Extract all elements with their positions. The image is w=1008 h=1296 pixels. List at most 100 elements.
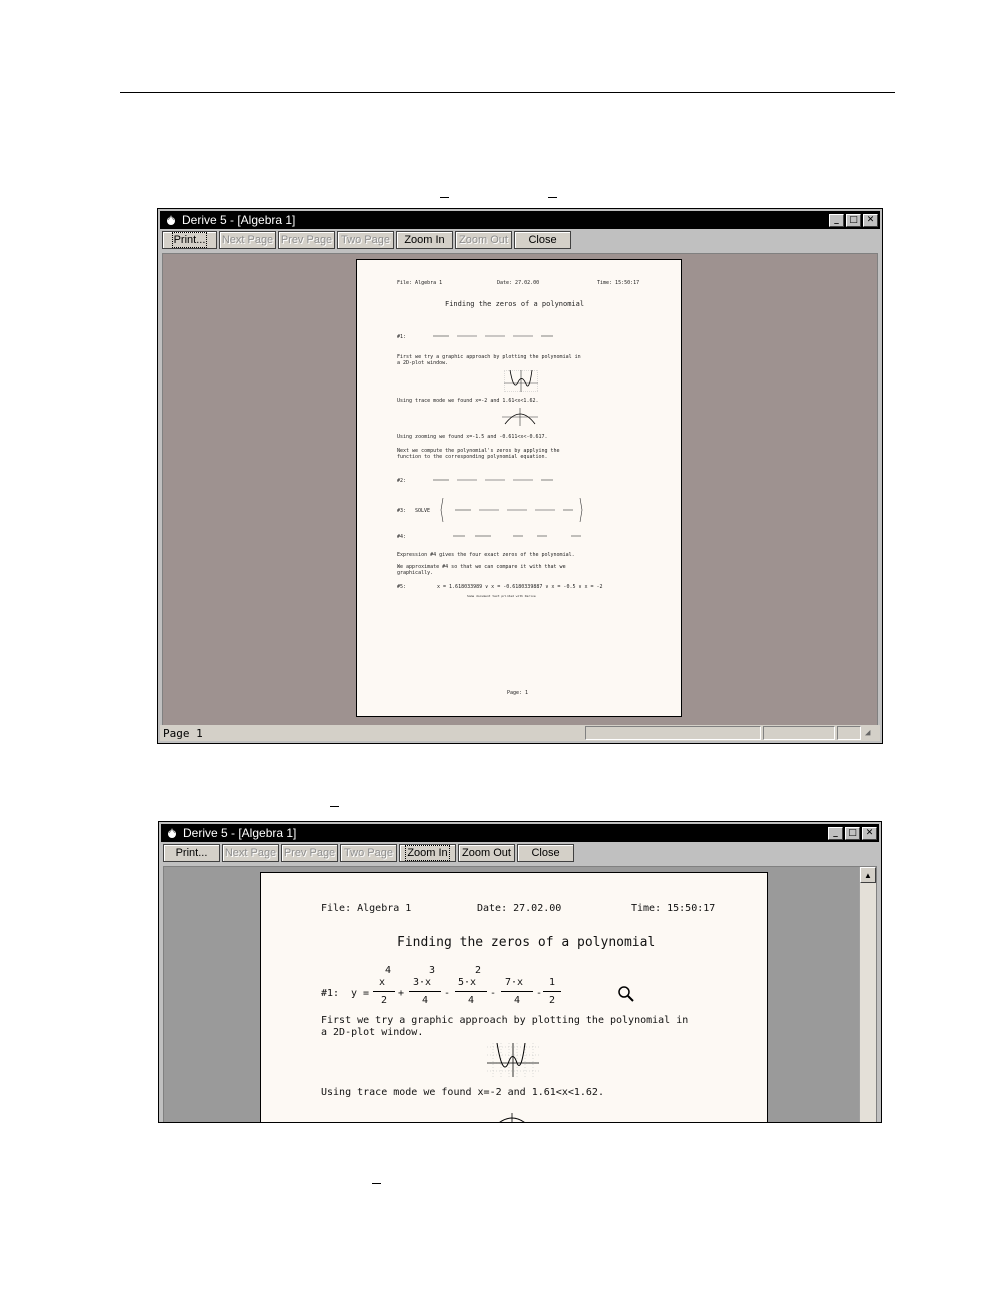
next-page-button[interactable]: Next Page [219, 231, 276, 249]
page-footer: Page: 1 [507, 690, 529, 696]
eq1-denominator: 2 [381, 995, 388, 1006]
maximize-button[interactable]: □ [845, 826, 860, 840]
prev-page-button[interactable]: Prev Page [281, 844, 338, 862]
eq5-text: x = 1.618033989 ∨ x = -0.6180339887 ∨ x … [437, 584, 603, 590]
close-window-button[interactable]: ✕ [862, 826, 877, 840]
eq1-operator: - [490, 988, 497, 999]
expr4-text: Expression #4 gives the four exact zeros… [397, 552, 575, 558]
status-cell [763, 726, 835, 740]
zoom-out-label: Zoom Out [462, 847, 511, 859]
eq3-fractions [440, 497, 583, 523]
page-preview[interactable]: File: Algebra 1 Date: 27.02.00 Time: 15:… [260, 872, 768, 1122]
print-button[interactable]: Print... [162, 231, 217, 249]
eq1-numerator: 5·x [458, 977, 477, 988]
footnote: Some document text printed with Derive [467, 594, 536, 598]
eq1-power: 3 [429, 965, 436, 976]
two-page-label: Two Page [341, 234, 390, 246]
print-button-label: Print... [171, 232, 208, 248]
eq1-numerator: 1 [549, 977, 556, 988]
doc-file: File: Algebra 1 [397, 280, 443, 286]
print-button[interactable]: Print... [163, 844, 220, 862]
doc-date: Date: 27.02.00 [477, 903, 562, 914]
title-bar[interactable]: Derive 5 - [Algebra 1] _ □ ✕ [161, 824, 879, 842]
eq3-solve: SOLVE [415, 508, 431, 514]
zoom-text: Using zooming we found x=-1.5 and -0.611… [397, 434, 548, 440]
doc-file: File: Algebra 1 [321, 903, 412, 914]
eq1-label: #1: [397, 334, 407, 340]
resize-grip-icon[interactable]: ◢ [865, 728, 870, 738]
two-page-button[interactable]: Two Page [337, 231, 394, 249]
close-label: Close [531, 847, 560, 859]
para1-line2: a 2D-plot window. [397, 360, 449, 366]
status-cell [585, 726, 761, 740]
minimize-button[interactable]: _ [828, 826, 843, 840]
text-mark [440, 197, 449, 198]
doc-time: Time: 15:50:17 [597, 280, 640, 286]
eq1-denominator: 4 [514, 995, 521, 1006]
text-mark [548, 197, 557, 198]
prev-page-label: Prev Page [283, 847, 336, 859]
preview-area[interactable]: File: Algebra 1 Date: 27.02.00 Time: 15:… [162, 253, 878, 727]
fraction-bar [501, 991, 533, 992]
zoom-in-button[interactable]: Zoom In [396, 231, 453, 249]
eq3-label: #3: [397, 508, 407, 514]
eq1-numerator: 3·x [413, 977, 432, 988]
trace-text: Using trace mode we found x=-2 and 1.61<… [321, 1087, 604, 1098]
preview-toolbar: Print... Next Page Prev Page Two Page Zo… [163, 844, 574, 866]
zoom-in-label: Zoom In [404, 234, 445, 246]
close-label: Close [528, 234, 557, 246]
derive-app-icon[interactable] [164, 213, 178, 227]
eq1-operator: - [444, 988, 451, 999]
plot-thumbnail-2 [502, 408, 538, 426]
trace-text: Using trace mode we found x=-2 and 1.61<… [397, 398, 539, 404]
next-page-label: Next Page [224, 847, 277, 859]
approx-text-2: graphically. [397, 570, 434, 576]
status-cell [837, 726, 861, 740]
zoom-out-button[interactable]: Zoom Out [458, 844, 515, 862]
page-preview[interactable]: File: Algebra 1 Date: 27.02.00 Time: 15:… [356, 259, 682, 717]
zoom-in-button[interactable]: Zoom In [399, 844, 456, 862]
eq1-denominator: 2 [549, 995, 556, 1006]
eq1-fractions [433, 335, 553, 337]
close-button[interactable]: Close [517, 844, 574, 862]
close-button[interactable]: Close [514, 231, 571, 249]
eq1-denominator: 4 [468, 995, 475, 1006]
preview-toolbar: Print... Next Page Prev Page Two Page Zo… [162, 231, 571, 253]
fraction-bar [455, 991, 487, 992]
derive-app-icon[interactable] [165, 826, 179, 840]
text-mark [372, 1183, 381, 1184]
plot-thumbnail-2 [499, 1113, 525, 1122]
header-rule [120, 92, 895, 93]
eq4-fractions [453, 535, 581, 537]
window-title: Derive 5 - [Algebra 1] [183, 826, 297, 840]
status-page: Page 1 [163, 726, 203, 740]
eq1-power: 2 [475, 965, 482, 976]
close-window-button[interactable]: ✕ [863, 213, 878, 227]
zoom-out-button[interactable]: Zoom Out [455, 231, 512, 249]
plot-thumbnail-1 [504, 370, 538, 392]
title-bar[interactable]: Derive 5 - [Algebra 1] _ □ ✕ [160, 211, 880, 229]
preview-area[interactable]: File: Algebra 1 Date: 27.02.00 Time: 15:… [163, 866, 877, 1122]
scroll-up-icon[interactable]: ▲ [860, 867, 876, 883]
next-text-2: function to the corresponding polynomial… [397, 454, 548, 460]
fraction-bar [409, 991, 441, 992]
window-title: Derive 5 - [Algebra 1] [182, 213, 296, 227]
next-page-button[interactable]: Next Page [222, 844, 279, 862]
eq1-denominator: 4 [422, 995, 429, 1006]
two-page-label: Two Page [344, 847, 393, 859]
minimize-button[interactable]: _ [829, 213, 844, 227]
text-mark [330, 806, 339, 807]
vertical-scrollbar[interactable]: ▲ [859, 867, 876, 1122]
prev-page-label: Prev Page [280, 234, 333, 246]
eq1-power: 4 [385, 965, 392, 976]
maximize-button[interactable]: □ [846, 213, 861, 227]
doc-date: Date: 27.02.00 [497, 280, 540, 286]
next-page-label: Next Page [221, 234, 274, 246]
prev-page-button[interactable]: Prev Page [278, 231, 335, 249]
plot-thumbnail-1 [487, 1043, 539, 1077]
two-page-button[interactable]: Two Page [340, 844, 397, 862]
eq1-lhs: y = [351, 988, 370, 999]
status-bar: Page 1 ◢ [160, 725, 880, 741]
magnifier-cursor-icon [618, 986, 634, 1002]
eq5-label: #5: [397, 584, 407, 590]
